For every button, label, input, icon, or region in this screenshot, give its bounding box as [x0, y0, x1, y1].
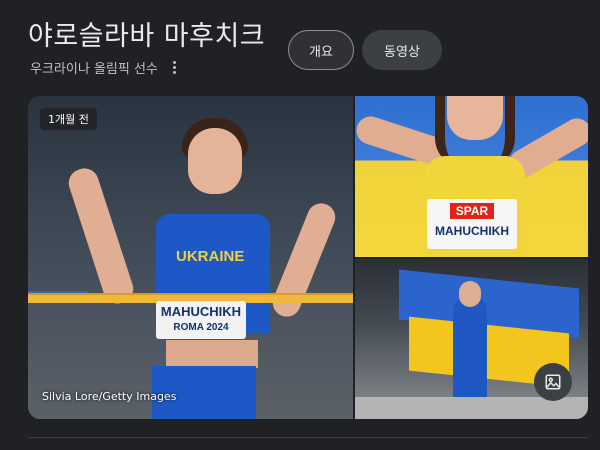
athlete-figure — [453, 299, 487, 399]
entity-subtitle-row: 우크라이나 올림픽 선수 — [30, 58, 182, 77]
bottom-right-image[interactable] — [355, 259, 588, 419]
bib-name: MAHUCHIKH — [160, 304, 242, 319]
more-vert-icon[interactable] — [168, 60, 182, 76]
divider — [28, 437, 588, 438]
bib-event: ROMA 2024 — [173, 322, 229, 333]
image-gallery-icon[interactable] — [534, 363, 572, 401]
image-age-badge: 1개월 전 — [40, 108, 97, 130]
athlete-bib: MAHUCHIKH ROMA 2024 — [156, 301, 246, 339]
main-image[interactable]: UKRAINE MAHUCHIKH ROMA 2024 1개월 전 Silvia… — [28, 96, 353, 419]
image-credit: Silvia Lore/Getty Images — [42, 390, 177, 403]
bib-name: MAHUCHIKH — [435, 224, 509, 238]
jersey-text: UKRAINE — [176, 248, 245, 265]
sponsor-logo: SPAR — [449, 203, 495, 219]
chip-overview[interactable]: 개요 — [288, 30, 354, 70]
page-title: 야로슬라바 마후치크 — [28, 21, 266, 52]
top-right-image[interactable]: SPAR MAHUCHIKH — [355, 96, 588, 257]
athlete-bib: SPAR MAHUCHIKH — [427, 199, 517, 249]
athlete-waist — [166, 340, 258, 368]
athlete-arm — [65, 164, 137, 308]
athlete-head — [447, 96, 503, 140]
entity-subtitle: 우크라이나 올림픽 선수 — [30, 62, 158, 77]
athlete-head — [459, 281, 481, 307]
athlete-head — [188, 128, 242, 194]
chip-video[interactable]: 동영상 — [362, 30, 442, 70]
